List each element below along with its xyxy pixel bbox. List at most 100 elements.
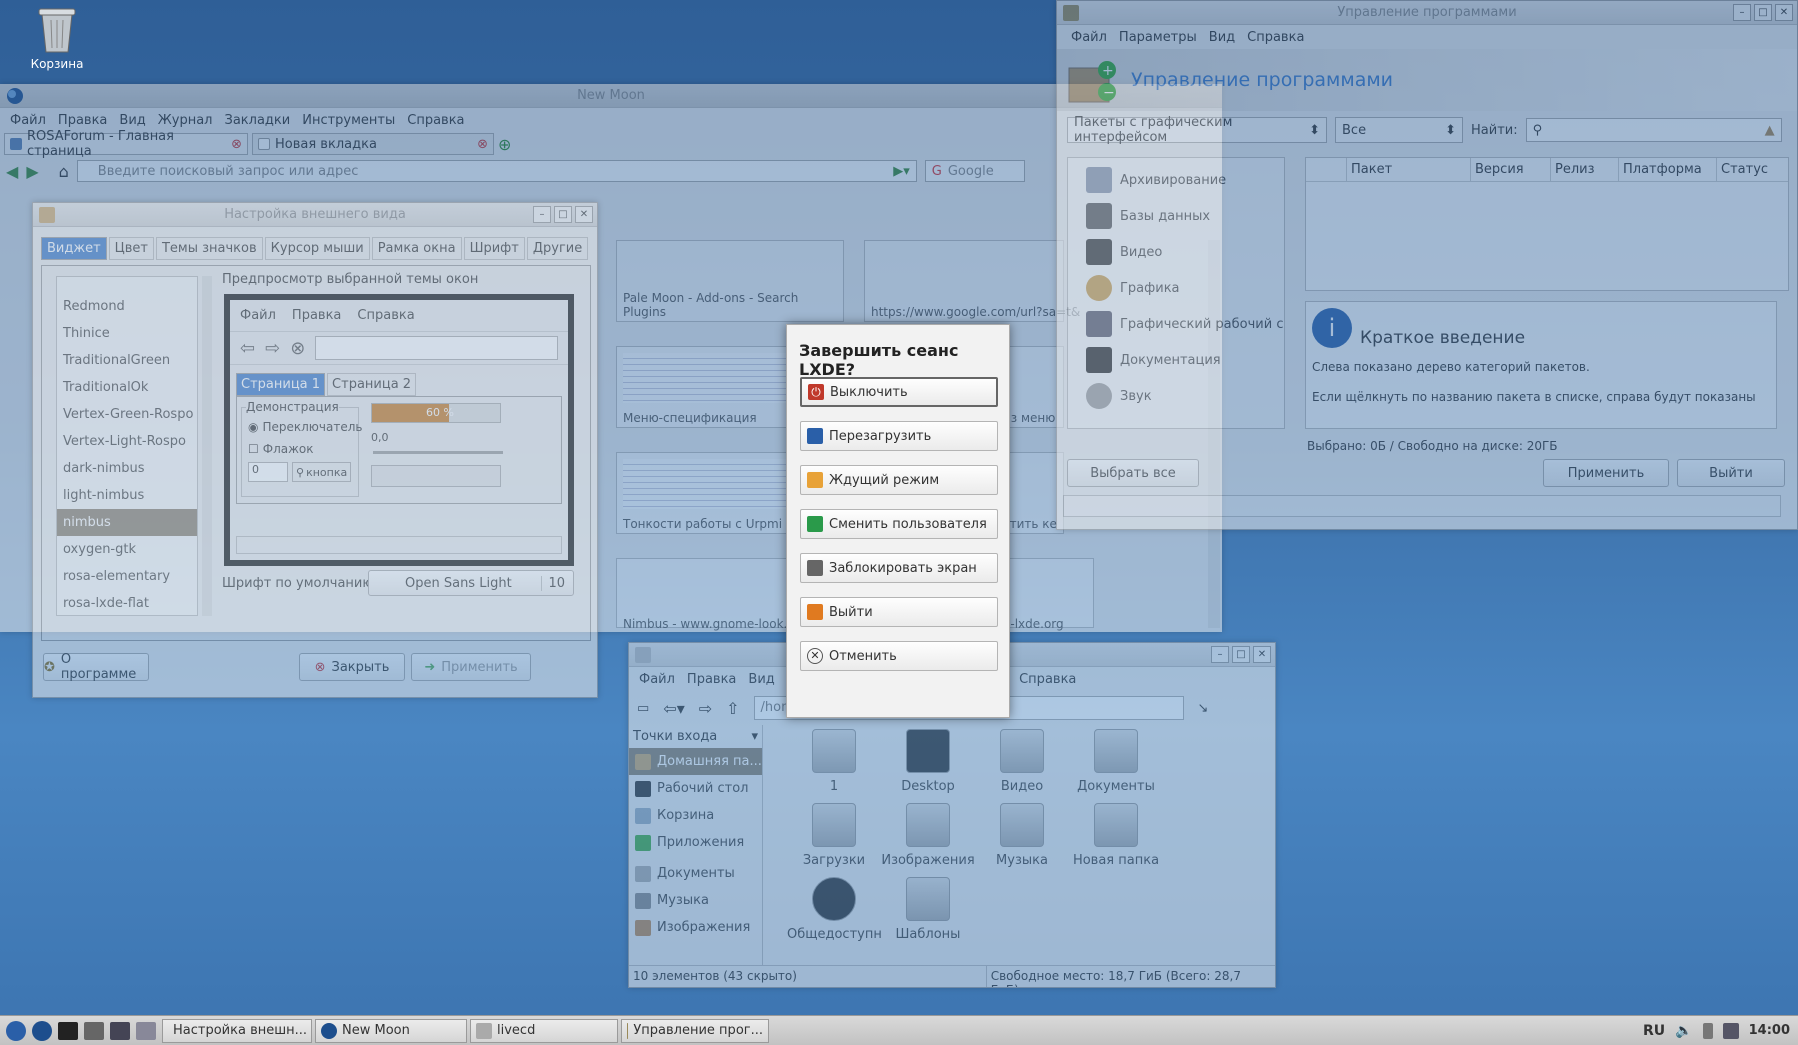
tab-widget[interactable]: Виджет [41, 237, 107, 260]
pkg-quit-button[interactable]: Выйти [1677, 459, 1785, 487]
tab-close-icon[interactable]: ⊗ [477, 137, 488, 152]
tile-1[interactable]: Pale Moon - Add-ons - Search Plugins [616, 240, 844, 322]
about-button[interactable]: ✪ О программе [43, 652, 149, 682]
maximize-button[interactable]: □ [1232, 646, 1250, 663]
theme-item[interactable]: dark-nimbus [57, 455, 197, 482]
files-menu-help[interactable]: Справка [1013, 672, 1082, 687]
suspend-button[interactable]: Ждущий режим [800, 465, 998, 495]
home-icon[interactable]: ⌂ [59, 162, 69, 181]
minimize-button[interactable]: – [1733, 4, 1751, 21]
lock-screen-button[interactable]: Заблокировать экран [800, 553, 998, 583]
close-button[interactable]: ✕ [1253, 646, 1271, 663]
folder-item[interactable]: Видео [975, 729, 1069, 794]
place-desktop[interactable]: Рабочий стол [629, 775, 762, 802]
pkg-filter2-combo[interactable]: Все ⬍ [1335, 117, 1463, 143]
pkg-category-tree[interactable]: Архивирование Базы данных Видео Графика … [1067, 157, 1285, 429]
theme-item[interactable]: rosa-lxde-flat [57, 590, 197, 617]
theme-item[interactable]: TraditionalGreen [57, 347, 197, 374]
theme-item[interactable]: Vertex-Green-Rospo [57, 401, 197, 428]
category-item[interactable]: Документация [1086, 342, 1284, 378]
pkg-menu-view[interactable]: Вид [1203, 30, 1241, 45]
cancel-button[interactable]: ✕ Отменить [800, 641, 998, 671]
battery-icon[interactable] [1702, 1022, 1713, 1039]
tab-close-icon[interactable]: ⊗ [231, 137, 242, 152]
theme-item-selected[interactable]: nimbus [57, 509, 197, 536]
place-trash[interactable]: Корзина [629, 802, 762, 829]
terminal-icon[interactable] [58, 1021, 78, 1040]
desktop-switcher-icon[interactable] [110, 1021, 130, 1040]
theme-item[interactable]: Thinice [57, 320, 197, 347]
shutdown-button[interactable]: ⏻ Выключить [800, 377, 998, 407]
tab-font[interactable]: Шрифт [463, 237, 525, 260]
theme-item[interactable]: Vertex-Light-Rospo [57, 428, 197, 455]
theme-item[interactable]: oxygen-gtk [57, 536, 197, 563]
folder-item[interactable]: Шаблоны [881, 877, 975, 942]
minimize-button[interactable]: – [1211, 646, 1229, 663]
pkg-menu-params[interactable]: Параметры [1113, 30, 1203, 45]
theme-item[interactable]: rosa-elementary [57, 563, 197, 590]
forward-arrow-icon[interactable]: ▶ [26, 162, 38, 181]
file-manager-icon[interactable] [84, 1021, 104, 1040]
pkg-menu-help[interactable]: Справка [1241, 30, 1310, 45]
task-pkg[interactable]: Управление прог... [621, 1018, 769, 1043]
browser-menu-bookmarks[interactable]: Закладки [219, 113, 297, 128]
folder-item[interactable]: Новая папка [1069, 803, 1163, 868]
task-files[interactable]: livecd [470, 1018, 618, 1043]
files-menu-view[interactable]: Вид [742, 672, 780, 687]
search-bar[interactable]: G Google [924, 160, 1025, 182]
folder-item[interactable]: Документы [1069, 729, 1163, 794]
folder-item[interactable]: Музыка [975, 803, 1069, 868]
forward-icon[interactable]: ⇨ [699, 699, 712, 718]
tab-icon-themes[interactable]: Темы значков [155, 237, 263, 260]
place-home[interactable]: Домашняя па... [629, 748, 762, 775]
task-appearance[interactable]: Настройка внешн... [162, 1018, 312, 1043]
browser-menu-edit[interactable]: Правка [52, 113, 113, 128]
switch-user-button[interactable]: Сменить пользователя [800, 509, 998, 539]
files-menu-file[interactable]: Файл [633, 672, 681, 687]
tab-window-border[interactable]: Рамка окна [371, 237, 462, 260]
pkg-apply-button[interactable]: Применить [1543, 459, 1669, 487]
browser-menu-view[interactable]: Вид [113, 113, 151, 128]
pkg-menu-file[interactable]: Файл [1065, 30, 1113, 45]
category-item[interactable]: Графика [1086, 270, 1284, 306]
browser-menu-tools[interactable]: Инструменты [296, 113, 401, 128]
place-pictures[interactable]: Изображения [629, 914, 762, 941]
clear-icon[interactable]: ▲ [1765, 123, 1775, 138]
go-icon[interactable]: ↘ [1198, 701, 1209, 716]
font-button[interactable]: Open Sans Light 10 [368, 570, 574, 596]
category-item[interactable]: Видео [1086, 234, 1284, 270]
folder-item[interactable]: Общедоступн [787, 877, 882, 942]
category-item[interactable]: Графический рабочий с [1086, 306, 1284, 342]
minimize-button[interactable]: – [533, 206, 551, 223]
keyboard-layout[interactable]: RU [1643, 1023, 1665, 1039]
category-item[interactable]: Звук [1086, 378, 1284, 414]
back-arrow-icon[interactable]: ◀ [6, 162, 18, 181]
col-package[interactable]: Пакет [1346, 158, 1470, 181]
pkg-search-input[interactable]: ⚲ ▲ [1525, 118, 1782, 142]
show-desktop-icon[interactable] [136, 1021, 156, 1040]
browser-menu-history[interactable]: Журнал [152, 113, 219, 128]
browser-menu-help[interactable]: Справка [401, 113, 470, 128]
reboot-button[interactable]: Перезагрузить [800, 421, 998, 451]
menu-icon[interactable] [6, 1020, 26, 1041]
folder-item[interactable]: Desktop [881, 729, 975, 794]
browser-launcher-icon[interactable] [32, 1020, 52, 1041]
pkg-filter-combo[interactable]: Пакеты с графическим интерфейсом ⬍ [1067, 115, 1327, 145]
volume-icon[interactable]: 🔈 [1675, 1023, 1692, 1039]
files-grid[interactable]: 1 Desktop Видео Документы Загрузки Изобр… [769, 725, 1259, 965]
col-platform[interactable]: Платформа [1618, 158, 1716, 181]
folder-item[interactable]: Загрузки [787, 803, 881, 868]
col-release[interactable]: Релиз [1550, 158, 1618, 181]
tab-new[interactable]: Новая вкладка ⊗ [252, 133, 494, 155]
category-item[interactable]: Базы данных [1086, 198, 1284, 234]
col-version[interactable]: Версия [1470, 158, 1550, 181]
place-music[interactable]: Музыка [629, 887, 762, 914]
tile-8[interactable]: e-lxde.org [1000, 558, 1094, 631]
close-button[interactable]: ⊗ Закрыть [299, 653, 405, 681]
task-browser[interactable]: New Moon [315, 1018, 467, 1043]
network-icon[interactable] [1722, 1022, 1739, 1039]
tab-mouse-cursor[interactable]: Курсор мыши [264, 237, 370, 260]
category-item[interactable]: Архивирование [1086, 162, 1284, 198]
place-applications[interactable]: Приложения [629, 829, 762, 856]
tile-2[interactable]: https://www.google.com/url?sa=t& [864, 240, 1080, 322]
